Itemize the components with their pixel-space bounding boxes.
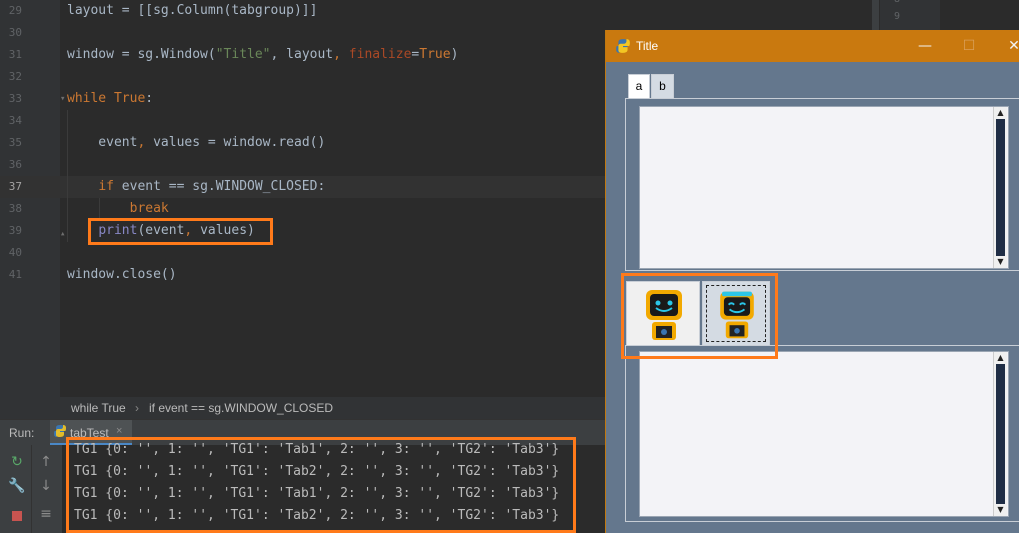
right-gutter: 8 9 [880, 0, 940, 30]
multiline-text-2[interactable]: ▲ ▼ [639, 351, 1009, 517]
indent-guide [67, 110, 68, 242]
window-titlebar[interactable]: Title — ☐ ✕ [606, 30, 1019, 62]
fold-marker-icon[interactable]: ▾ [60, 95, 68, 104]
highlight-box-print-line [88, 218, 273, 245]
code-text: while True: [67, 91, 154, 106]
line-number: 38 [8, 202, 22, 215]
tab-b[interactable]: b [651, 74, 674, 98]
highlight-box-image-tabs [621, 273, 778, 359]
line-number: 39 [8, 224, 22, 237]
code-text: window.close() [67, 267, 177, 282]
multiline-text-1[interactable]: ▲ ▼ [639, 106, 1009, 269]
code-text: window = sg.Window("Title", layout, fina… [67, 47, 459, 62]
line-number: 34 [8, 114, 22, 127]
close-icon[interactable]: × [116, 425, 122, 437]
indent-guide [99, 198, 100, 220]
run-toolbar: ↻ 🔧 ↑ ↓ ≡ [0, 445, 62, 533]
soft-wrap-icon[interactable]: ≡ [37, 505, 55, 523]
breadcrumb-item[interactable]: if event == sg.WINDOW_CLOSED [149, 401, 333, 415]
line-number: 8 [894, 0, 900, 5]
code-text: event, values = window.read() [67, 135, 326, 150]
line-number: 32 [8, 70, 22, 83]
code-text: break [129, 201, 169, 216]
line-number: 40 [8, 246, 22, 259]
line-number: 36 [8, 158, 22, 171]
line-number: 37 [8, 180, 22, 193]
app-window: Title — ☐ ✕ a b ▲ ▼ ▲ ▼ [605, 30, 1019, 533]
python-icon [53, 424, 67, 438]
breadcrumb: while True › if event == sg.WINDOW_CLOSE… [0, 397, 605, 419]
rerun-icon[interactable]: ↻ [8, 453, 26, 471]
line-number: 33 [8, 92, 22, 105]
scrollbar-thumb[interactable] [996, 364, 1005, 504]
code-line[interactable]: 29 layout = [[sg.Column(tabgroup)]] [0, 0, 1019, 22]
vertical-scrollbar[interactable]: ▲ ▼ [993, 107, 1007, 268]
vertical-scrollbar[interactable]: ▲ ▼ [993, 352, 1007, 516]
line-number: 9 [894, 11, 901, 22]
tab-a[interactable]: a [628, 74, 650, 99]
run-label: Run: [9, 426, 35, 440]
scroll-up-icon[interactable]: ▲ [994, 107, 1007, 119]
line-number: 41 [8, 268, 22, 281]
line-number: 35 [8, 136, 22, 149]
code-text: layout = [[sg.Column(tabgroup)]] [67, 3, 318, 18]
close-icon[interactable]: ✕ [1004, 36, 1019, 56]
scrollbar-thumb[interactable] [996, 119, 1005, 256]
line-number: 30 [8, 26, 22, 39]
line-number: 29 [8, 4, 22, 17]
scroll-up-icon[interactable]: ▲ [994, 352, 1007, 364]
maximize-icon[interactable]: ☐ [959, 36, 979, 56]
toolbar-divider [31, 445, 32, 533]
wrench-icon[interactable]: 🔧 [8, 477, 26, 495]
highlight-box-console [66, 437, 576, 533]
breadcrumb-separator: › [135, 401, 139, 415]
minimize-icon[interactable]: — [915, 36, 935, 56]
scrollbar-marker [872, 0, 879, 30]
arrow-down-icon[interactable]: ↓ [37, 477, 55, 495]
code-text: if event == sg.WINDOW_CLOSED: [98, 179, 326, 194]
arrow-up-icon[interactable]: ↑ [37, 453, 55, 471]
scroll-down-icon[interactable]: ▼ [994, 504, 1007, 516]
stop-icon[interactable] [8, 507, 26, 525]
python-icon [615, 38, 631, 54]
scroll-down-icon[interactable]: ▼ [994, 256, 1007, 268]
line-number: 31 [8, 48, 22, 61]
breadcrumb-item[interactable]: while True [71, 401, 126, 415]
window-title: Title [636, 39, 659, 53]
